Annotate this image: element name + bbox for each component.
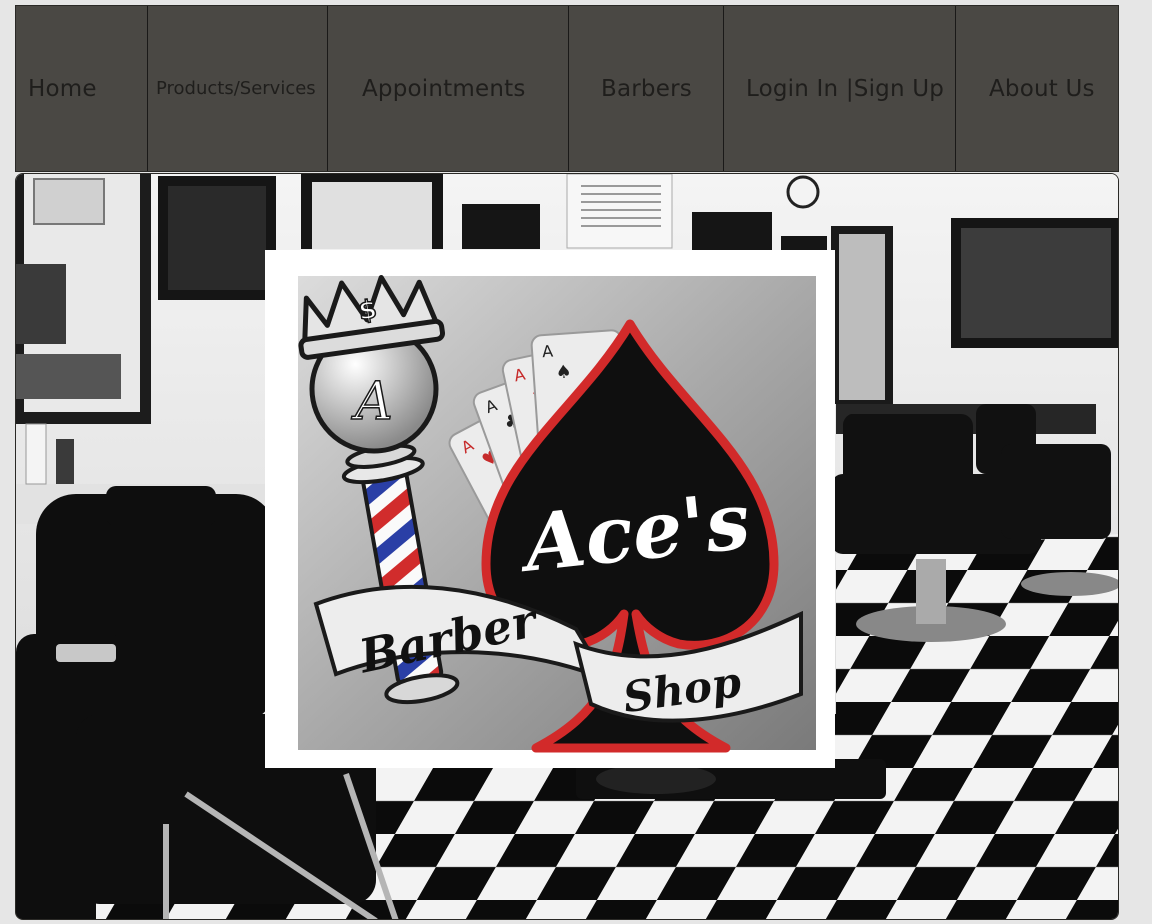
nav-home-link[interactable]: Home — [28, 6, 97, 171]
nav-appointments-link[interactable]: Appointments — [362, 6, 526, 171]
nav-divider — [955, 6, 956, 171]
nav-login-signup-link[interactable]: Login In |Sign Up — [746, 6, 944, 171]
nav-divider — [327, 6, 328, 171]
nav-products-services-link[interactable]: Products/Services — [156, 6, 316, 171]
nav-divider — [147, 6, 148, 171]
svg-text:♠: ♠ — [555, 361, 573, 383]
nav-about-us-link[interactable]: About Us — [989, 6, 1095, 171]
nav-divider — [568, 6, 569, 171]
nav-divider — [723, 6, 724, 171]
top-nav: Home Products/Services Appointments Barb… — [15, 5, 1119, 172]
barbershop-interior-photo: A $ A ♥ A ♣ A A ♠ Ace's Barber Shop — [16, 174, 1118, 919]
nav-barbers-link[interactable]: Barbers — [601, 6, 692, 171]
hero-banner: A $ A ♥ A ♣ A A ♠ Ace's Barber Shop — [15, 173, 1119, 920]
aces-barber-shop-logo: A $ A ♥ A ♣ A A ♠ Ace's Barber Shop — [265, 250, 835, 768]
globe-letter: A — [351, 372, 393, 432]
svg-text:A: A — [541, 342, 553, 362]
